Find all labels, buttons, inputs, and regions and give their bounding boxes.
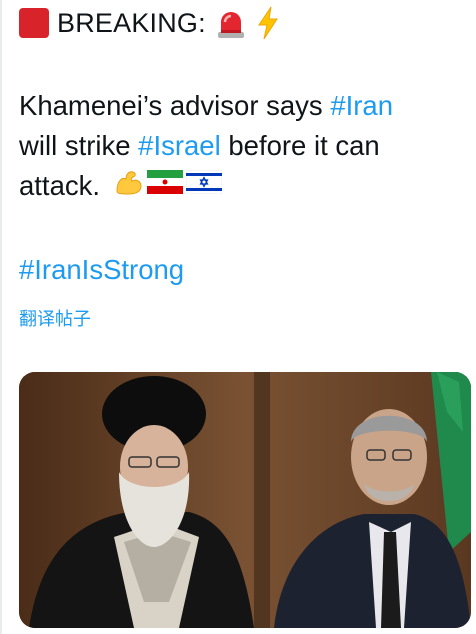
police-light-icon [217, 12, 244, 38]
post-text: Khamenei’s advisor says #Iran will strik… [19, 86, 471, 206]
left-divider [0, 0, 2, 634]
post-text-line-3: attack. [19, 166, 471, 206]
israel-flag-icon [185, 170, 222, 194]
breaking-label: BREAKING: [57, 7, 206, 38]
lightning-icon [257, 6, 278, 40]
flexed-biceps-icon [116, 171, 142, 195]
translate-post-link[interactable]: 翻译帖子 [19, 305, 91, 331]
breaking-headline: BREAKING: [19, 4, 280, 42]
hashtag-iranisstrong-link[interactable]: #IranIsStrong [19, 250, 184, 290]
post-text-segment: attack. [19, 170, 101, 201]
post-text-segment: before it can [220, 130, 380, 161]
hashtag-text: #IranIsStrong [19, 254, 185, 285]
post-image[interactable] [19, 372, 471, 628]
post-text-line-2: will strike #Israel before it can [19, 126, 471, 166]
iran-flag-icon [146, 170, 183, 194]
post-text-segment: will strike [19, 130, 139, 161]
emoji-group [114, 167, 222, 197]
post-text-line-1: Khamenei’s advisor says #Iran [19, 86, 471, 126]
red-square-icon [19, 8, 49, 38]
post-text-segment: Khamenei’s advisor says [19, 90, 331, 121]
hashtag-israel-link[interactable]: #Israel [138, 130, 221, 161]
hashtag-iran-link[interactable]: #Iran [330, 90, 393, 121]
